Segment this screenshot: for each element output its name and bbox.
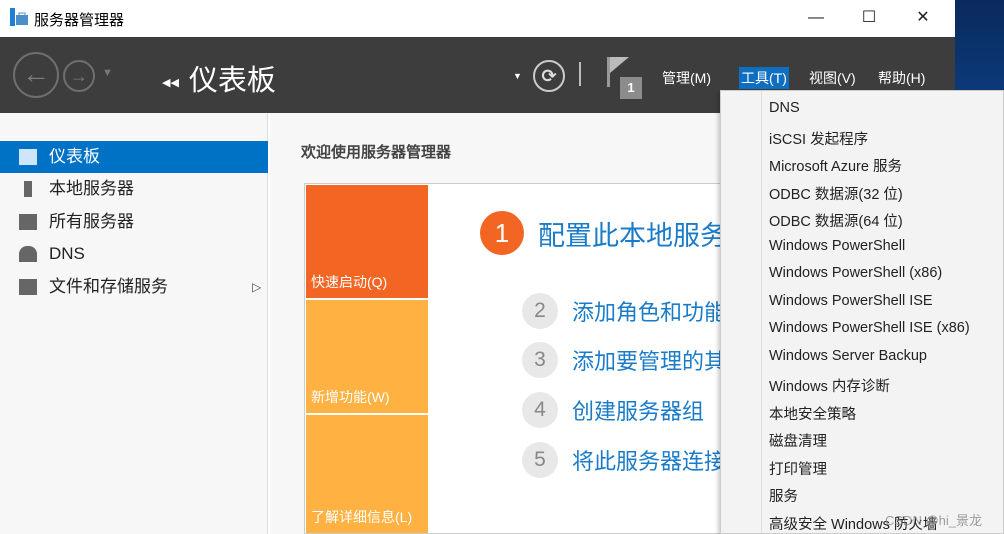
server-manager-icon — [10, 8, 28, 26]
step-add-roles[interactable]: 2 添加角色和功能 — [522, 293, 726, 329]
close-button[interactable]: ✕ — [900, 4, 946, 32]
tools-menu-item[interactable]: 本地安全策略 — [769, 403, 856, 424]
storage-icon — [19, 279, 37, 295]
tools-menu-item[interactable]: ODBC 数据源(32 位) — [769, 183, 903, 204]
sidebar-item-label: 所有服务器 — [49, 212, 134, 231]
tools-menu-item[interactable]: Windows PowerShell (x86) — [769, 265, 942, 281]
tile-learn-more[interactable]: 了解详细信息(L) — [306, 415, 428, 533]
step-label: 添加角色和功能 — [572, 300, 727, 325]
dns-icon — [19, 246, 37, 262]
menu-gutter — [761, 91, 762, 533]
step-create-group[interactable]: 4 创建服务器组 — [522, 392, 704, 428]
menu-help[interactable]: 帮助(H) — [876, 67, 927, 89]
tools-dropdown-menu: DNS iSCSI 发起程序 Microsoft Azure 服务 ODBC 数据源(… — [720, 90, 1004, 534]
tools-menu-item[interactable]: Windows PowerShell ISE (x86) — [769, 320, 970, 336]
breadcrumb-label: 仪表板 — [188, 65, 276, 97]
breadcrumb-arrow-icon: ◀◀ — [162, 76, 179, 89]
notification-badge: 1 — [620, 77, 642, 99]
dropdown-icon[interactable]: ▼ — [513, 71, 522, 81]
tools-menu-item[interactable]: Windows 内存诊断 — [769, 375, 890, 396]
minimize-button[interactable]: — — [793, 4, 839, 32]
step-number: 1 — [480, 211, 524, 255]
step-label: 创建服务器组 — [572, 399, 705, 424]
step-number: 2 — [522, 293, 558, 329]
back-button[interactable]: ← — [13, 52, 59, 98]
step-number: 3 — [522, 342, 558, 378]
tools-menu-item[interactable]: 磁盘清理 — [769, 430, 827, 451]
sidebar-item-label: 文件和存储服务 — [49, 277, 168, 296]
title-bar: 服务器管理器 — ☐ ✕ — [0, 0, 955, 37]
tile-quick-start[interactable]: 快速启动(Q) — [306, 185, 428, 298]
tools-menu-item[interactable]: Windows Server Backup — [769, 348, 927, 364]
sidebar-item-label: 本地服务器 — [49, 179, 134, 198]
tools-menu-item[interactable]: Windows PowerShell ISE — [769, 293, 933, 309]
sidebar-item-dns[interactable]: DNS — [0, 238, 268, 270]
step-number: 5 — [522, 442, 558, 478]
desktop-background — [955, 0, 1004, 92]
dashboard-icon — [19, 149, 37, 165]
tools-menu-item[interactable]: Windows PowerShell — [769, 238, 905, 254]
forward-button[interactable]: → — [63, 60, 95, 92]
quick-start-panel: 快速启动(Q) 新增功能(W) 了解详细信息(L) 1 配置此本地服务器 2 添加角… — [304, 183, 814, 534]
window-title: 服务器管理器 — [34, 12, 125, 29]
sidebar: 仪表板 本地服务器 所有服务器 DNS 文件和存储服务 ▷ — [0, 113, 268, 534]
tools-menu-item[interactable]: 服务 — [769, 485, 798, 506]
watermark: CSDN @hi_景龙 — [885, 513, 982, 528]
tools-menu-item[interactable]: Microsoft Azure 服务 — [769, 155, 902, 176]
divider — [579, 62, 581, 86]
tools-menu-item[interactable]: 打印管理 — [769, 458, 827, 479]
tools-menu-item[interactable]: ODBC 数据源(64 位) — [769, 210, 903, 231]
tools-menu-item[interactable]: DNS — [769, 100, 800, 116]
sidebar-item-dashboard[interactable]: 仪表板 — [0, 141, 268, 173]
sidebar-item-label: DNS — [49, 244, 85, 263]
menu-view[interactable]: 视图(V) — [807, 67, 858, 89]
tile-whats-new[interactable]: 新增功能(W) — [306, 300, 428, 413]
breadcrumb: ◀◀ 仪表板 — [162, 57, 276, 99]
menu-tools[interactable]: 工具(T) — [739, 67, 789, 89]
history-dropdown-icon[interactable]: ▼ — [102, 67, 113, 79]
tools-menu-item[interactable]: iSCSI 发起程序 — [769, 128, 868, 149]
welcome-heading: 欢迎使用服务器管理器 — [301, 144, 452, 161]
maximize-button[interactable]: ☐ — [846, 4, 892, 32]
sidebar-item-all-servers[interactable]: 所有服务器 — [0, 206, 268, 238]
sidebar-item-label: 仪表板 — [49, 147, 100, 166]
step-configure-local[interactable]: 1 配置此本地服务器 — [480, 211, 754, 255]
expand-arrow-icon[interactable]: ▷ — [252, 271, 261, 303]
server-icon — [24, 181, 32, 197]
notifications-flag[interactable]: 1 — [607, 57, 642, 99]
servers-icon — [19, 214, 37, 230]
menu-manage[interactable]: 管理(M) — [660, 67, 713, 89]
refresh-button[interactable]: ⟳ — [533, 60, 565, 92]
step-number: 4 — [522, 392, 558, 428]
sidebar-item-local-server[interactable]: 本地服务器 — [0, 173, 268, 205]
sidebar-item-file-storage[interactable]: 文件和存储服务 ▷ — [0, 271, 268, 303]
